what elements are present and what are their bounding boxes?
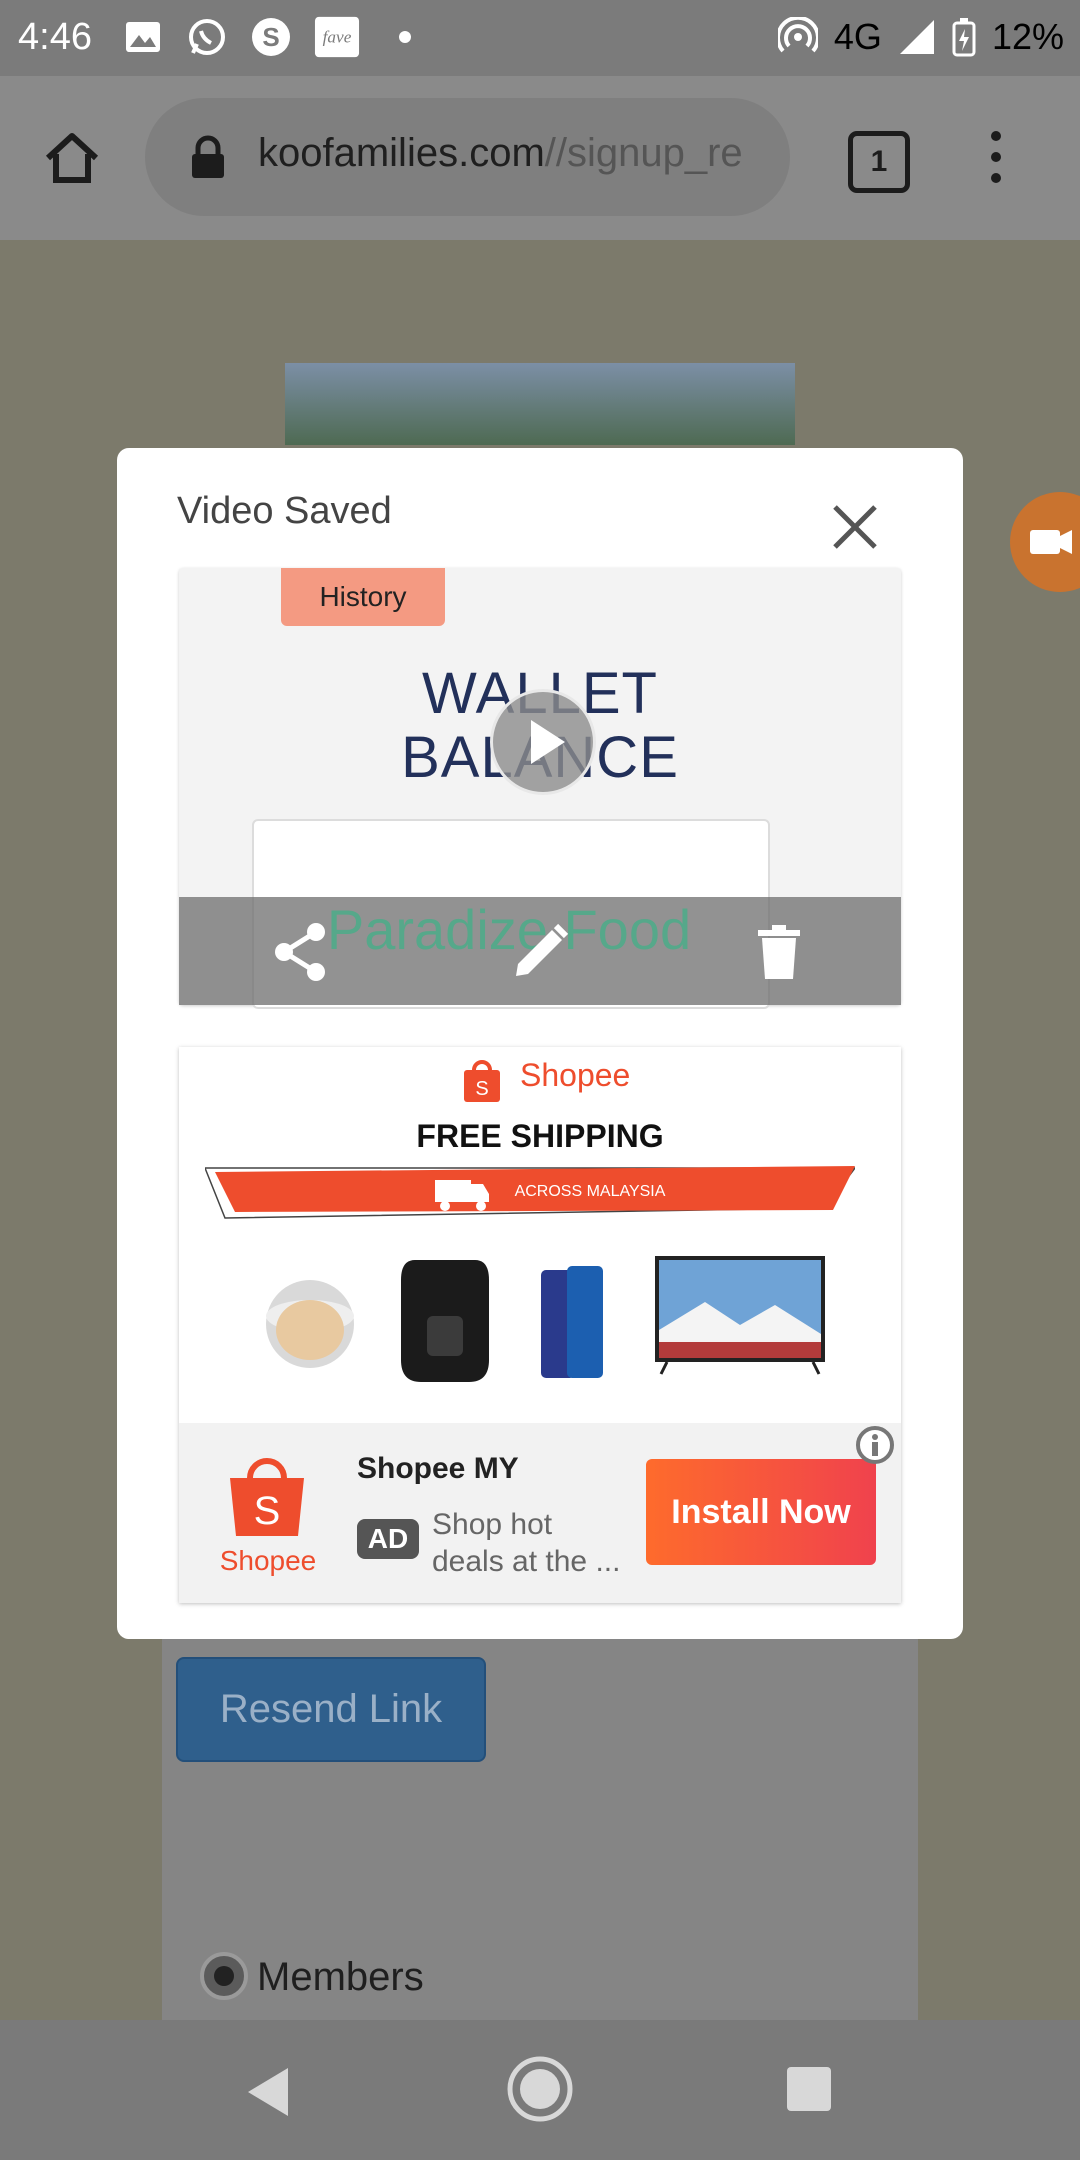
edit-button[interactable] bbox=[512, 922, 570, 980]
lock-icon bbox=[190, 134, 226, 180]
ad-description: Shop hot deals at the ... bbox=[432, 1508, 621, 1578]
shopee-bag-icon: S bbox=[462, 1058, 502, 1104]
battery-charging-icon bbox=[952, 18, 976, 57]
play-button[interactable] bbox=[490, 689, 596, 795]
svg-text:S: S bbox=[475, 1078, 488, 1100]
signal-icon bbox=[899, 20, 934, 54]
recents-icon[interactable] bbox=[786, 2066, 832, 2112]
status-right: 4G 12% bbox=[777, 16, 1064, 58]
cushion-compact-icon bbox=[266, 1280, 354, 1368]
gallery-icon bbox=[120, 14, 166, 60]
air-fryer-icon bbox=[401, 1260, 489, 1382]
delete-icon bbox=[758, 925, 800, 979]
television-icon bbox=[655, 1256, 825, 1375]
ad-info-button[interactable] bbox=[855, 1425, 895, 1465]
screen-recorder-bubble[interactable] bbox=[1010, 492, 1080, 592]
info-icon bbox=[856, 1426, 894, 1464]
delete-button[interactable] bbox=[756, 924, 802, 980]
share-button[interactable] bbox=[272, 922, 330, 982]
install-now-button[interactable]: Install Now bbox=[646, 1459, 876, 1565]
edit-icon bbox=[516, 923, 569, 976]
svg-text:S: S bbox=[262, 22, 279, 52]
ad-app-name: Shopee MY bbox=[357, 1452, 519, 1485]
fave-icon: fave bbox=[314, 14, 360, 60]
shopee-brand-text: Shopee bbox=[520, 1057, 631, 1093]
share-icon bbox=[275, 923, 325, 981]
battery-label: 12% bbox=[991, 16, 1064, 57]
close-button[interactable] bbox=[825, 497, 885, 557]
skype-icon: S bbox=[248, 14, 294, 60]
tab-switcher-button[interactable]: 1 bbox=[848, 131, 910, 193]
across-malaysia-text: ACROSS MALAYSIA bbox=[514, 1183, 666, 1200]
network-label: 4G bbox=[833, 16, 882, 57]
play-icon bbox=[531, 720, 565, 764]
smartphones-icon bbox=[541, 1266, 603, 1378]
status-time: 4:46 bbox=[18, 16, 92, 58]
shopee-logo-text: Shopee bbox=[219, 1545, 317, 1576]
home-button[interactable] bbox=[42, 128, 102, 188]
members-radio[interactable] bbox=[200, 1952, 248, 2000]
back-icon[interactable] bbox=[242, 2064, 294, 2120]
free-shipping-text: FREE SHIPPING bbox=[416, 1118, 664, 1154]
product-images bbox=[255, 1250, 855, 1390]
home-icon[interactable] bbox=[505, 2054, 575, 2124]
house-icon bbox=[45, 133, 99, 183]
dialog-title: Video Saved bbox=[177, 490, 392, 532]
page-photo bbox=[285, 363, 795, 445]
svg-text:S: S bbox=[254, 1489, 281, 1533]
menu-icon[interactable] bbox=[984, 130, 1008, 184]
members-label: Members bbox=[257, 1955, 424, 1999]
url-host: koofamilies.com bbox=[258, 131, 545, 175]
hotspot-icon bbox=[777, 17, 818, 53]
history-tab: History bbox=[281, 568, 445, 626]
fave-text: fave bbox=[323, 28, 352, 47]
shopee-logo-icon: S bbox=[222, 1450, 312, 1540]
ad-badge: AD bbox=[357, 1519, 419, 1559]
video-camera-icon bbox=[1030, 530, 1072, 554]
resend-link-button[interactable]: Resend Link bbox=[176, 1657, 486, 1762]
whatsapp-icon bbox=[184, 14, 230, 60]
dot-icon bbox=[382, 14, 428, 60]
url-text[interactable]: koofamilies.com//signup_re bbox=[258, 131, 763, 181]
url-path: //signup_re bbox=[544, 131, 743, 175]
close-icon bbox=[833, 505, 877, 549]
